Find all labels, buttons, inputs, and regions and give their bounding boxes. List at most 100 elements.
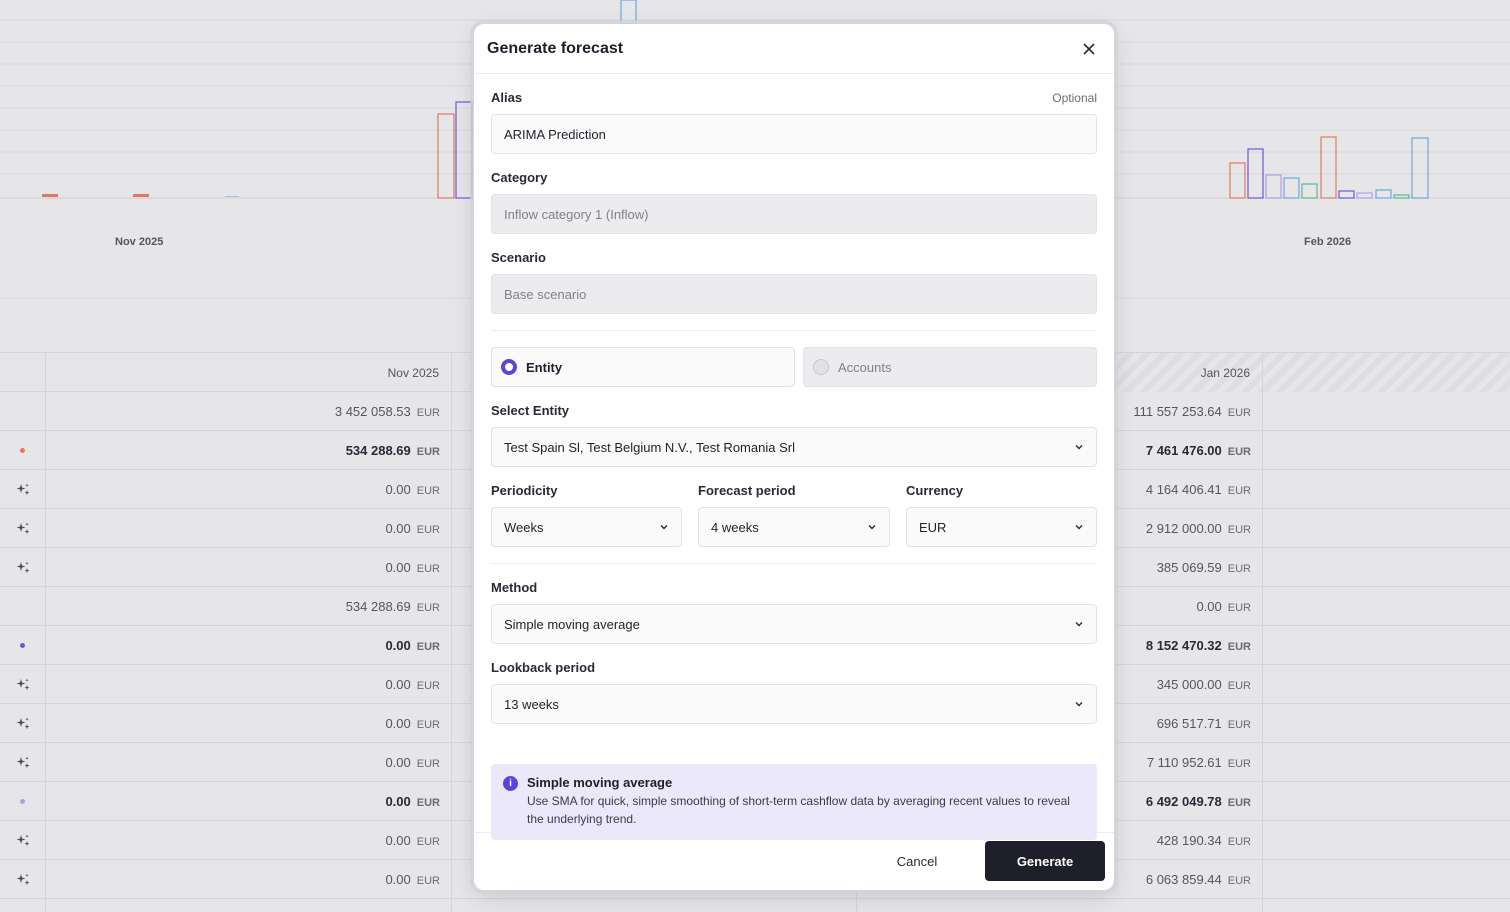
row-icon-empty <box>0 587 45 626</box>
periodicity-label: Periodicity <box>491 483 558 498</box>
chart-bar <box>225 196 239 197</box>
table-cell: 0.00 EUR <box>385 716 440 731</box>
currency-label: Currency <box>906 483 964 498</box>
info-title: Simple moving average <box>527 775 673 790</box>
sparkle-icon <box>0 548 45 587</box>
table-cell: 385 069.59 EUR <box>1156 560 1251 575</box>
chart-bar <box>437 113 455 199</box>
info-text: Use SMA for quick, simple smoothing of s… <box>527 794 1070 826</box>
dialog-title: Generate forecast <box>487 39 624 57</box>
chart-bar <box>1301 183 1318 199</box>
periodicity-value: Weeks <box>504 519 544 535</box>
scenario-value: Base scenario <box>504 286 587 302</box>
table-cell: 0.00 EUR <box>1196 599 1251 614</box>
row-dot-icon <box>0 626 45 665</box>
table-cell: 428 190.34 EUR <box>1156 833 1251 848</box>
table-cell: 2 912 000.00 EUR <box>1145 521 1251 536</box>
lookback-dropdown[interactable]: 13 weeks <box>491 684 1097 724</box>
sparkle-icon <box>0 743 45 782</box>
radio-unselected-icon <box>813 359 829 375</box>
table-cell: 6 063 859.44 EUR <box>1145 872 1251 887</box>
table-cell: 6 492 049.78 EUR <box>1145 794 1251 809</box>
column-header-jan-2026: Jan 2026 <box>1200 366 1250 380</box>
alias-input[interactable]: ARIMA Prediction <box>491 114 1097 154</box>
table-cell: 345 000.00 EUR <box>1156 677 1251 692</box>
chart-bar <box>1229 162 1246 199</box>
chart-bar <box>1265 174 1282 199</box>
row-icon-empty <box>0 392 45 431</box>
method-info-callout: i Simple moving average Use SMA for quic… <box>491 764 1097 840</box>
chart-bar <box>1356 192 1373 199</box>
table-cell: 7 110 952.61 EUR <box>1146 755 1251 770</box>
chevron-down-icon <box>1075 445 1083 450</box>
forecast-period-value: 4 weeks <box>711 519 759 535</box>
table-cell: 696 517.71 EUR <box>1156 716 1251 731</box>
chevron-down-icon <box>868 525 876 530</box>
table-cell: 0.00 EUR <box>385 638 440 653</box>
category-value: Inflow category 1 (Inflow) <box>504 206 649 222</box>
table-cell: 8 152 470.32 EUR <box>1145 638 1251 653</box>
chart-bar <box>1338 190 1355 199</box>
sparkle-icon <box>0 665 45 704</box>
month-label: Feb 2026 <box>1304 236 1352 248</box>
dialog-footer: Cancel Generate <box>474 832 1114 890</box>
category-field: Inflow category 1 (Inflow) <box>491 194 1097 234</box>
chart-bar <box>1283 177 1300 199</box>
table-cell: 111 557 253.64 EUR <box>1133 404 1251 419</box>
method-value: Simple moving average <box>504 616 640 632</box>
table-cell: 0.00 EUR <box>385 521 440 536</box>
alias-label: Alias <box>491 90 523 105</box>
category-label: Category <box>491 170 548 185</box>
table-cell: 534 288.69 EUR <box>345 599 440 614</box>
chart-bar <box>1320 136 1337 199</box>
close-button[interactable] <box>1077 37 1101 61</box>
scenario-field: Base scenario <box>491 274 1097 314</box>
table-cell: 0.00 EUR <box>385 755 440 770</box>
select-entity-label: Select Entity <box>491 403 570 418</box>
forecast-period-dropdown[interactable]: 4 weeks <box>698 507 890 547</box>
sparkle-icon <box>0 704 45 743</box>
chart-bar <box>1393 194 1410 199</box>
chart-bar <box>42 194 58 197</box>
row-dot-icon <box>0 782 45 821</box>
method-dropdown[interactable]: Simple moving average <box>491 604 1097 644</box>
lookback-label: Lookback period <box>491 660 596 675</box>
chevron-down-icon <box>1075 525 1083 530</box>
table-cell: 0.00 EUR <box>385 482 440 497</box>
table-cell: 0.00 EUR <box>385 872 440 887</box>
method-label: Method <box>491 580 538 595</box>
sparkle-icon <box>0 821 45 860</box>
optional-label: Optional <box>1052 91 1097 105</box>
accounts-radio-option[interactable]: Accounts <box>803 347 1097 387</box>
chevron-down-icon <box>660 525 668 530</box>
periodicity-dropdown[interactable]: Weeks <box>491 507 682 547</box>
table-cell: 7 461 476.00 EUR <box>1145 443 1251 458</box>
dialog-header: Generate forecast <box>474 24 1114 74</box>
table-cell: 0.00 EUR <box>385 677 440 692</box>
generate-button[interactable]: Generate <box>985 841 1105 881</box>
entity-radio-label: Entity <box>526 359 563 375</box>
table-cell: 0.00 EUR <box>385 794 440 809</box>
forecast-period-label: Forecast period <box>698 483 796 498</box>
table-cell: 534 288.69 EUR <box>345 443 440 458</box>
table-cell: 0.00 EUR <box>385 833 440 848</box>
entity-radio-option[interactable]: Entity <box>491 347 795 387</box>
table-cell: 4 164 406.41 EUR <box>1145 482 1251 497</box>
currency-value: EUR <box>919 519 947 535</box>
chart-bar <box>455 101 473 199</box>
info-icon: i <box>503 776 518 791</box>
row-dot-icon <box>0 431 45 470</box>
accounts-radio-label: Accounts <box>838 359 892 375</box>
select-entity-value: Test Spain Sl, Test Belgium N.V., Test R… <box>504 439 795 455</box>
lookback-value: 13 weeks <box>504 696 559 712</box>
currency-dropdown[interactable]: EUR <box>906 507 1097 547</box>
sparkle-icon <box>0 860 45 899</box>
table-cell: 3 452 058.53 EUR <box>334 404 440 419</box>
generate-forecast-dialog: Generate forecast Alias Optional ARIMA P… <box>474 24 1114 890</box>
sparkle-icon <box>0 509 45 548</box>
chevron-down-icon <box>1075 702 1083 707</box>
chart-bar <box>1411 137 1429 199</box>
cancel-button[interactable]: Cancel <box>872 841 962 881</box>
month-label: Nov 2025 <box>115 236 164 248</box>
select-entity-dropdown[interactable]: Test Spain Sl, Test Belgium N.V., Test R… <box>491 427 1097 467</box>
